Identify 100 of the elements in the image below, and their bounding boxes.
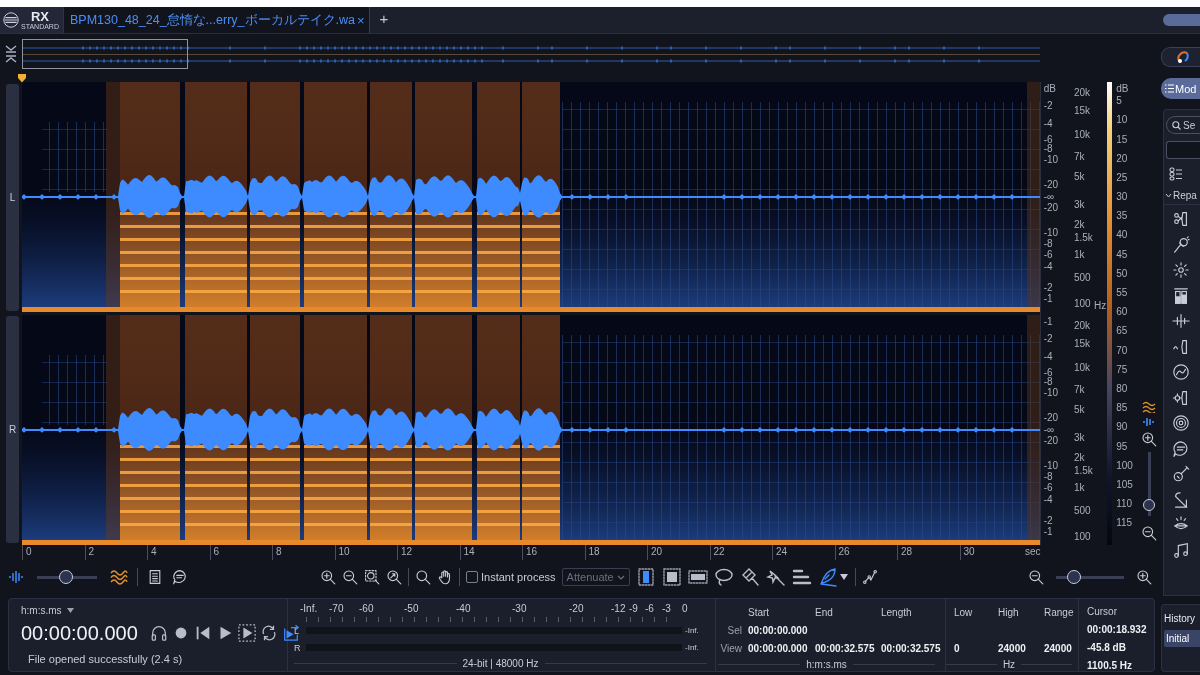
axis-label: 7k — [1073, 384, 1085, 397]
peak-readout: -Inf. — [685, 643, 700, 652]
list-view-icon[interactable] — [1169, 167, 1183, 181]
axis-label: -∞ — [1043, 424, 1055, 436]
scale-label: -40 — [456, 603, 471, 614]
history-item[interactable]: Initial — [1164, 630, 1200, 647]
gear-bracket-icon[interactable] — [1172, 388, 1190, 407]
zoom-out-icon[interactable] — [342, 569, 358, 586]
zoom-fit-icon[interactable] — [386, 569, 402, 586]
zoom-out-icon[interactable] — [1141, 525, 1158, 542]
curve-icon[interactable] — [1172, 490, 1190, 509]
follow-playhead-button[interactable] — [281, 624, 300, 642]
scale-label: -70 — [329, 603, 344, 614]
channel-label[interactable]: L — [6, 84, 19, 312]
axis-label: 55 — [1116, 287, 1129, 300]
feather-icon[interactable] — [817, 567, 838, 588]
axis-label: -2 — [1043, 100, 1053, 113]
microphone-icon[interactable] — [1172, 235, 1190, 254]
time-selection-icon[interactable] — [635, 567, 656, 588]
axis-label: 5k — [1073, 404, 1085, 417]
slider-thumb[interactable] — [59, 570, 74, 585]
caret-icon[interactable] — [838, 573, 849, 582]
scissors-icon[interactable] — [1172, 210, 1190, 229]
slider-thumb[interactable] — [1143, 498, 1156, 511]
slider-thumb[interactable] — [1066, 570, 1081, 585]
time-format-selector[interactable]: h:m:s.ms — [21, 604, 62, 616]
play-selection-button[interactable] — [237, 624, 256, 642]
document-icon[interactable] — [147, 569, 163, 586]
axis-label: -20 — [1043, 202, 1059, 215]
channel-label[interactable]: R — [6, 316, 19, 544]
target-icon[interactable] — [1172, 414, 1190, 433]
axis-label: 20k — [1073, 320, 1091, 333]
channel-label: R — [294, 642, 302, 653]
speech-bubble-icon[interactable] — [1172, 439, 1190, 458]
pill-button[interactable] — [1163, 14, 1200, 26]
spike-icon[interactable] — [1172, 312, 1190, 331]
unit-label: Hz — [1093, 300, 1107, 313]
axis-label: 14 — [459, 545, 522, 560]
section-header[interactable]: Repa — [1164, 190, 1200, 205]
unit-label: dB — [1116, 83, 1130, 96]
zoom-selection-icon[interactable] — [364, 569, 380, 586]
meters-icon[interactable] — [1172, 286, 1190, 305]
unit-label: Hz — [1002, 658, 1016, 670]
scale-label: -Inf. — [300, 603, 318, 614]
waveform-icon[interactable] — [1142, 416, 1157, 429]
zoom-in-icon[interactable] — [320, 569, 336, 586]
search-icon[interactable] — [415, 569, 431, 586]
modules-button[interactable]: Mod — [1161, 78, 1200, 99]
panel-title: History — [1164, 612, 1197, 626]
zoom-in-icon[interactable] — [1136, 569, 1152, 586]
hand-icon[interactable] — [437, 569, 453, 586]
column-header: Range — [1043, 606, 1074, 618]
axis-label: -4 — [1043, 261, 1053, 274]
spectrogram-icon[interactable] — [1142, 401, 1157, 414]
axis-label: -20 — [1043, 179, 1059, 192]
axis-label: 15k — [1073, 105, 1091, 118]
loop-button[interactable] — [259, 624, 278, 642]
axis-label: -8 — [1043, 376, 1053, 388]
axis-label: 100 — [1116, 459, 1133, 473]
row-label: View — [719, 642, 743, 654]
sun-icon[interactable] — [1172, 261, 1190, 280]
axis-label: 8 — [272, 545, 335, 560]
waveform-bracket-icon[interactable] — [1172, 337, 1190, 356]
rectangle-selection-icon[interactable] — [661, 567, 682, 588]
disc-icon — [3, 12, 19, 28]
axis-label: -20 — [1043, 435, 1059, 448]
search-input[interactable]: Se — [1183, 119, 1200, 131]
zoom-out-icon[interactable] — [1028, 569, 1044, 586]
filter-field[interactable] — [1166, 141, 1200, 159]
view-range-box[interactable] — [22, 38, 188, 69]
curve-icon[interactable] — [861, 569, 878, 586]
music-note-icon[interactable] — [1172, 541, 1190, 560]
headphones-icon[interactable] — [149, 624, 168, 642]
guitar-icon[interactable] — [1172, 465, 1190, 484]
axis-label: 10 — [1116, 114, 1129, 128]
axis-label: -1 — [1043, 526, 1053, 539]
close-button[interactable]: × — [356, 12, 365, 28]
lasso-icon[interactable] — [713, 567, 734, 588]
search-icon — [1172, 120, 1181, 130]
spectrum-button[interactable] — [1161, 47, 1200, 67]
axis-label: 100 — [1073, 531, 1091, 544]
caret-icon[interactable] — [65, 606, 75, 614]
waveform-icon[interactable] — [8, 570, 24, 585]
axis-label: 20 — [647, 545, 710, 560]
new-tab-button[interactable]: + — [369, 7, 399, 33]
checkbox-label[interactable]: Instant process — [481, 571, 556, 584]
axis-label: 4 — [147, 545, 210, 560]
tab-title[interactable]: BPM130_48_24_怠惰な...erry_ボーカルテイク.wa — [70, 11, 355, 29]
collapse-icon[interactable] — [4, 43, 18, 64]
dial-icon — [1176, 50, 1190, 64]
zoom-in-icon[interactable] — [1141, 431, 1158, 448]
file-tab[interactable]: BPM130_48_24_怠惰な...erry_ボーカルテイク.wa× — [64, 7, 370, 33]
logo-text: RX — [30, 10, 49, 23]
speech-bubble-icon[interactable] — [172, 569, 188, 586]
checkbox[interactable] — [466, 571, 478, 584]
playhead-marker[interactable] — [17, 73, 27, 84]
axis-label: 1k — [1073, 482, 1085, 495]
spectrogram-icon[interactable] — [110, 569, 128, 586]
scale-label: -9 — [629, 603, 638, 614]
axis-label: 65 — [1116, 325, 1129, 339]
